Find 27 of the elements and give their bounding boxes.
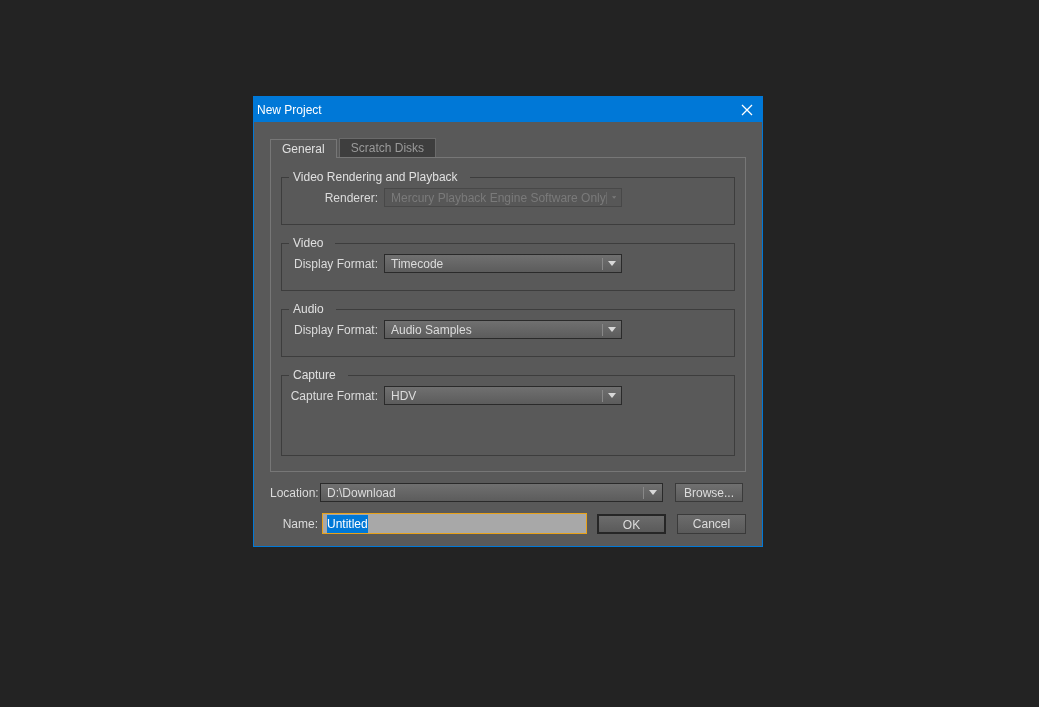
tab[interactable]: General	[270, 139, 337, 158]
name-input-field[interactable]: Untitled	[322, 513, 587, 534]
caret-icon	[608, 393, 616, 398]
close-icon[interactable]	[741, 103, 753, 116]
caret-icon	[611, 195, 616, 200]
caret-icon	[608, 327, 616, 332]
field-label: Display Format:	[292, 321, 378, 339]
dropdown[interactable]: D:\Download	[320, 483, 663, 502]
group-title: Audio	[292, 301, 325, 318]
dropdown[interactable]: HDV	[384, 386, 622, 405]
caret-icon	[608, 261, 616, 266]
field-label: Renderer:	[323, 189, 378, 207]
tab[interactable]: Scratch Disks	[338, 138, 437, 157]
browse-button[interactable]: Browse...	[675, 483, 743, 502]
caret-icon	[649, 490, 657, 495]
group-title: Capture	[292, 367, 337, 384]
dialog-button[interactable]: OK	[597, 513, 666, 534]
window-title: New Project	[257, 101, 323, 119]
name-label: Name:	[281, 515, 319, 533]
dropdown[interactable]: Audio Samples	[384, 320, 622, 339]
dropdown[interactable]: Timecode	[384, 254, 622, 273]
group-title: Video	[292, 235, 325, 252]
location-label: Location:	[270, 484, 320, 502]
dialog-button[interactable]: Cancel	[677, 513, 746, 534]
field-label: Display Format:	[292, 255, 378, 273]
group-title: Video Rendering and Playback	[292, 169, 459, 186]
field-label: Capture Format:	[289, 387, 378, 405]
